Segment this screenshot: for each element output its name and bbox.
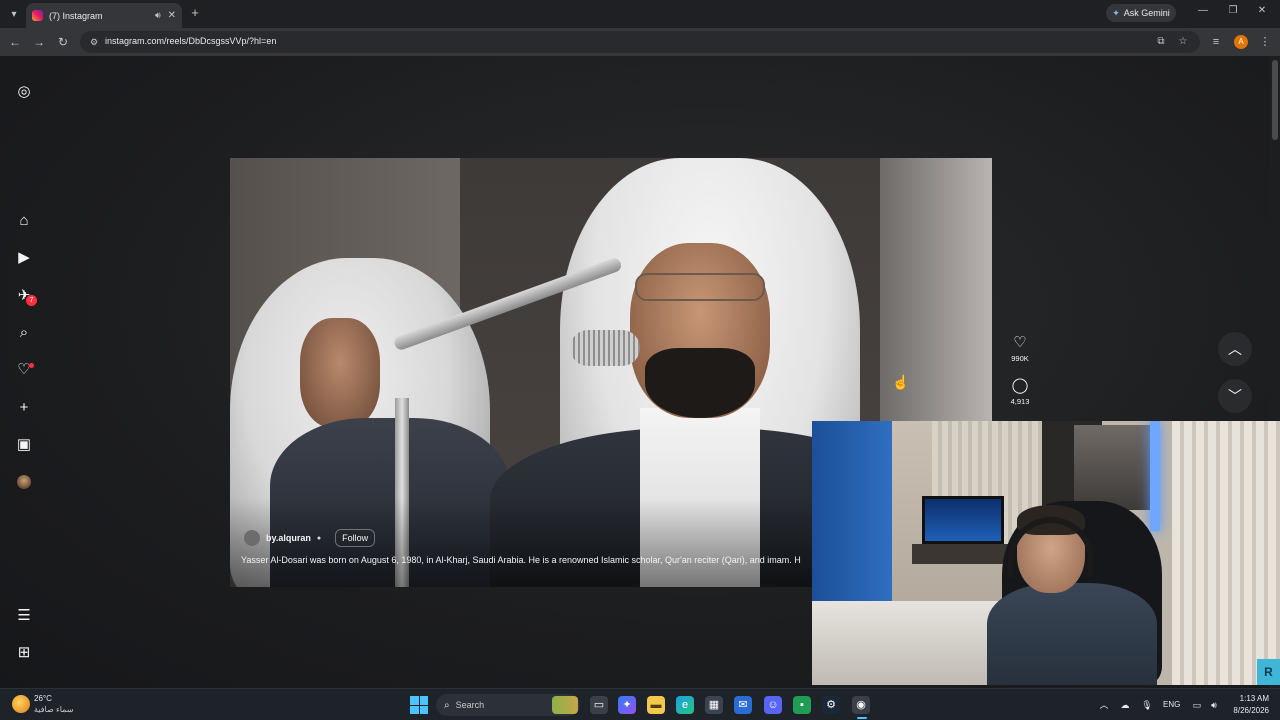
- clock-time[interactable]: 1:13 AM: [1229, 694, 1269, 703]
- taskbar-search-label: Search: [455, 700, 485, 710]
- previous-reel-chevron-up-icon[interactable]: ︿: [1218, 332, 1252, 366]
- ask-gemini-button[interactable]: ✦ Ask Gemini: [1106, 4, 1176, 22]
- microphone-icon[interactable]: 🎙︎: [1140, 698, 1154, 712]
- app-green-icon[interactable]: ▪: [793, 696, 811, 714]
- address-bar[interactable]: ⚙ instagram.com/reels/DbDcsgssVVp/?hl=en…: [80, 31, 1200, 53]
- volume-icon[interactable]: 🔊︎: [1207, 698, 1221, 712]
- tab-search-icon[interactable]: ▾: [5, 5, 23, 23]
- webcam-person-shirt: [987, 583, 1157, 685]
- steam-icon[interactable]: ⚙: [822, 696, 840, 714]
- bookmark-star-icon[interactable]: ☆: [1176, 35, 1190, 49]
- instagram-sidebar: ◎ ⌂ ▶ ✈ 7 ⌕ ♡ + ▣ ☰ ⊞: [0, 56, 48, 688]
- tray-chevron-up-icon[interactable]: ︿: [1097, 698, 1111, 712]
- create-plus-icon[interactable]: +: [14, 398, 34, 418]
- comment-count: 4,913: [1010, 397, 1030, 406]
- webcam-overlay: R: [812, 421, 1280, 685]
- browser-tab-bar: ▾ (7) Instagram 🔊︎ ✕ + ✦ Ask Gemini — ❐ …: [0, 0, 1280, 28]
- home-icon[interactable]: ⌂: [14, 211, 34, 231]
- webcam-door: [812, 421, 892, 611]
- microsoft-store-icon[interactable]: ▦: [705, 696, 723, 714]
- messages-badge: 7: [26, 295, 37, 306]
- comment-icon[interactable]: ◯: [1007, 377, 1033, 395]
- comment-action[interactable]: ◯ 4,913: [1007, 377, 1033, 406]
- media-controls-icon[interactable]: ≡: [1208, 34, 1224, 50]
- audio-icon[interactable]: 🔊︎: [155, 10, 161, 21]
- instagram-logo-icon[interactable]: ◎: [14, 82, 34, 102]
- author-name[interactable]: by.alquran: [266, 533, 311, 543]
- webcam-monitor: [922, 496, 1004, 544]
- webcam-poster: [1074, 425, 1154, 510]
- input-language[interactable]: ENG: [1163, 700, 1180, 709]
- like-heart-icon[interactable]: ♡: [1007, 334, 1033, 352]
- next-reel-chevron-down-icon[interactable]: ﹀: [1218, 379, 1252, 413]
- discord-icon[interactable]: ☺: [764, 696, 782, 714]
- reels-icon[interactable]: ▶: [14, 248, 34, 268]
- follow-button[interactable]: Follow: [335, 529, 376, 547]
- tab-instagram[interactable]: (7) Instagram 🔊︎ ✕: [26, 3, 182, 28]
- mail-icon[interactable]: ✉: [734, 696, 752, 714]
- webcam-curtain-right: [1172, 421, 1280, 685]
- search-icon[interactable]: ⌕: [14, 323, 34, 343]
- file-explorer-icon[interactable]: ▬: [647, 696, 665, 714]
- restore-icon[interactable]: ❐: [1223, 5, 1243, 16]
- weather-description[interactable]: سماء صافية: [34, 705, 74, 714]
- like-count: 990K: [1011, 354, 1029, 363]
- reel-author-row: by.alquran ● Follow: [244, 529, 376, 547]
- clock-date[interactable]: 8/26/2026: [1224, 706, 1269, 715]
- verified-badge-icon: ●: [316, 534, 322, 542]
- search-icon: ⌕: [444, 699, 450, 711]
- ask-gemini-label: Ask Gemini: [1123, 8, 1170, 18]
- dashboard-icon[interactable]: ▣: [14, 435, 34, 455]
- author-avatar[interactable]: [244, 530, 260, 546]
- instagram-favicon-icon: [32, 10, 43, 21]
- url-text[interactable]: instagram.com/reels/DbDcsgssVVp/?hl=en: [105, 36, 276, 46]
- taskbar-search[interactable]: ⌕ Search: [436, 694, 580, 716]
- notification-dot: [29, 363, 34, 368]
- tab-title: (7) Instagram: [49, 10, 103, 21]
- close-window-icon[interactable]: ✕: [1252, 5, 1272, 16]
- forward-icon[interactable]: →: [31, 34, 47, 50]
- streamer-logo: R: [1257, 659, 1280, 685]
- windows-taskbar: 26°C سماء صافية ⌕ Search ▭ ✦ ▬ e ▦ ✉ ☺ ▪…: [0, 688, 1280, 720]
- close-tab-icon[interactable]: ✕: [168, 10, 176, 21]
- start-windows-icon[interactable]: [410, 696, 428, 714]
- tray-network-app-icon[interactable]: ☁: [1118, 698, 1132, 712]
- also-from-meta-icon[interactable]: ⊞: [14, 643, 34, 663]
- gemini-sparkle-icon: ✦: [1112, 7, 1120, 18]
- reel-figure-glasses: [635, 273, 765, 301]
- chrome-active-indicator: [857, 717, 867, 719]
- site-info-icon[interactable]: ⚙: [87, 35, 101, 49]
- search-highlight-icon: [552, 696, 578, 714]
- reload-icon[interactable]: ↻: [55, 34, 71, 50]
- weather-temperature[interactable]: 26°C: [34, 694, 52, 703]
- edge-browser-icon[interactable]: e: [676, 696, 694, 714]
- minimize-icon[interactable]: —: [1193, 5, 1213, 16]
- display-icon[interactable]: ▭: [1190, 698, 1204, 712]
- mouse-cursor-icon: ☝: [892, 374, 910, 390]
- reel-figure-left-face: [300, 318, 380, 428]
- task-view-icon[interactable]: ▭: [590, 696, 608, 714]
- webcam-led-light: [1150, 421, 1160, 531]
- new-tab-button[interactable]: +: [188, 5, 202, 21]
- scrollbar-thumb[interactable]: [1272, 60, 1278, 140]
- back-icon[interactable]: ←: [7, 34, 23, 50]
- microphone-head: [570, 330, 640, 366]
- install-app-icon[interactable]: ⧉: [1154, 35, 1168, 49]
- like-action[interactable]: ♡ 990K: [1007, 334, 1033, 363]
- profile-avatar[interactable]: A: [1234, 35, 1248, 49]
- profile-avatar-icon[interactable]: [17, 475, 31, 489]
- copilot-icon[interactable]: ✦: [618, 696, 636, 714]
- chrome-icon[interactable]: ◉: [852, 696, 870, 714]
- menu-dots-icon[interactable]: ⋮: [1257, 34, 1273, 50]
- weather-sun-icon[interactable]: [12, 695, 30, 713]
- more-menu-icon[interactable]: ☰: [14, 606, 34, 626]
- reel-figure-center-beard: [645, 348, 755, 418]
- browser-toolbar: ← → ↻ ⚙ instagram.com/reels/DbDcsgssVVp/…: [0, 28, 1280, 56]
